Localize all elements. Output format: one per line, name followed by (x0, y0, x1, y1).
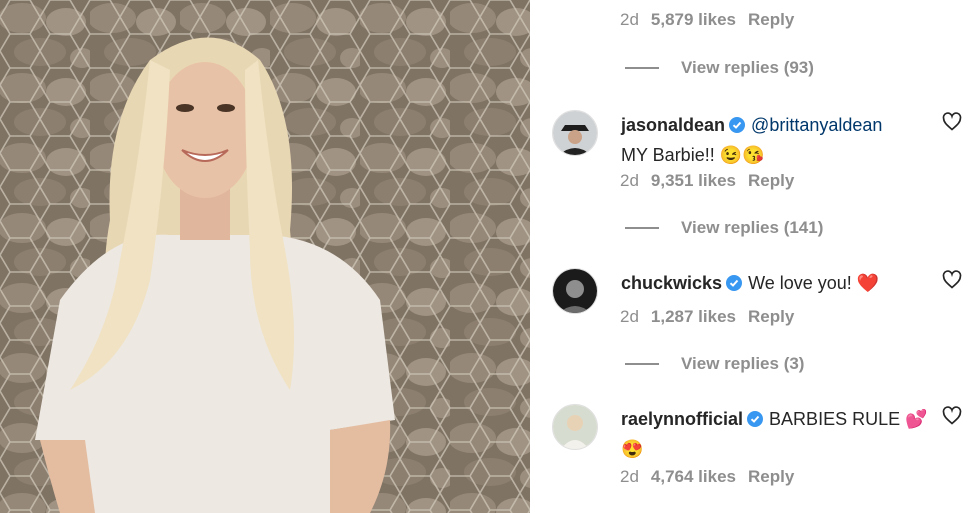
comment-body: jasonaldean @brittanyaldean MY Barbie!! 😉… (621, 110, 941, 170)
comment-meta: 2d 1,287 likes Reply (620, 307, 794, 327)
comment-meta: 2d 9,351 likes Reply (620, 171, 794, 191)
like-heart-icon[interactable] (942, 270, 962, 290)
view-replies-button[interactable]: View replies (3) (625, 354, 804, 374)
divider-line (625, 227, 659, 229)
divider-line (625, 363, 659, 365)
like-count[interactable]: 5,879 likes (651, 10, 736, 30)
avatar[interactable] (552, 110, 598, 156)
comment-username[interactable]: raelynnofficial (621, 409, 743, 429)
comment-username[interactable]: chuckwicks (621, 273, 722, 293)
divider-line (625, 67, 659, 69)
reply-button[interactable]: Reply (748, 467, 794, 487)
comment-meta: 2d 5,879 likes Reply (620, 10, 794, 30)
comment-text: MY Barbie!! 😉😘 (621, 145, 765, 165)
avatar[interactable] (552, 404, 598, 450)
comment-username[interactable]: jasonaldean (621, 115, 725, 135)
comment-age: 2d (620, 307, 639, 326)
avatar[interactable] (552, 268, 598, 314)
comment-age: 2d (620, 10, 639, 29)
comment-body: raelynnofficial BARBIES RULE 💕😍 (621, 404, 941, 464)
like-count[interactable]: 4,764 likes (651, 467, 736, 487)
like-heart-icon[interactable] (942, 406, 962, 426)
verified-badge-icon (747, 411, 764, 427)
reply-button[interactable]: Reply (748, 10, 794, 30)
like-heart-icon[interactable] (942, 112, 962, 132)
comment-body: chuckwicks We love you! ❤️ (621, 268, 941, 298)
reply-button[interactable]: Reply (748, 307, 794, 327)
comment-age: 2d (620, 467, 639, 486)
like-count[interactable]: 1,287 likes (651, 307, 736, 327)
reply-button[interactable]: Reply (748, 171, 794, 191)
verified-badge-icon (726, 275, 743, 291)
view-replies-label: View replies (3) (681, 354, 805, 373)
comments-panel: 2d 5,879 likes Reply View replies (93) j… (530, 0, 980, 513)
comment-age: 2d (620, 171, 639, 190)
comment-text: We love you! ❤️ (748, 273, 880, 293)
verified-badge-icon (729, 117, 746, 133)
woman-photo (0, 0, 530, 513)
like-count[interactable]: 9,351 likes (651, 171, 736, 191)
post-photo (0, 0, 530, 513)
comment-mention[interactable]: @brittanyaldean (751, 115, 882, 135)
view-replies-button[interactable]: View replies (141) (625, 218, 823, 238)
view-replies-button[interactable]: View replies (93) (625, 58, 814, 78)
view-replies-label: View replies (141) (681, 218, 824, 237)
comment-meta: 2d 4,764 likes Reply (620, 467, 794, 487)
view-replies-label: View replies (93) (681, 58, 814, 77)
